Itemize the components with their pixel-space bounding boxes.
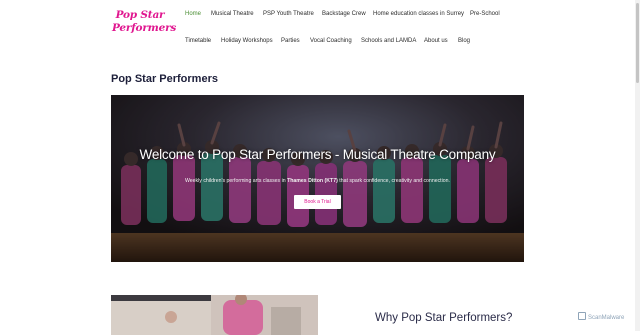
- section-photo: [111, 295, 318, 335]
- hero-subtitle: Weekly children's performing arts classe…: [111, 178, 524, 184]
- nav-about-us[interactable]: About us: [424, 37, 448, 45]
- nav-psp-youth-theatre[interactable]: PSP Youth Theatre: [263, 10, 314, 18]
- nav-timetable[interactable]: Timetable: [185, 37, 211, 45]
- site-logo[interactable]: Pop Star Performers: [112, 9, 177, 43]
- page-title: Pop Star Performers: [111, 73, 218, 85]
- nav-home-education[interactable]: Home education classes in Surrey: [373, 10, 464, 18]
- hero-subtitle-part-1: Weekly children's performing arts classe…: [184, 178, 288, 184]
- nav-home[interactable]: Home: [185, 10, 201, 18]
- scanmalware-badge: ScanMalware: [578, 312, 624, 321]
- nav-parties[interactable]: Parties: [281, 37, 300, 45]
- section-image: [111, 295, 318, 335]
- hero-title: Welcome to Pop Star Performers - Musical…: [139, 147, 496, 162]
- logo-line-1: Pop Star: [115, 9, 165, 21]
- nav-holiday-workshops[interactable]: Holiday Workshops: [221, 37, 273, 45]
- vertical-scrollbar[interactable]: [635, 0, 640, 331]
- hero-banner: Welcome to Pop Star Performers - Musical…: [111, 95, 524, 262]
- why-heading: Why Pop Star Performers?: [375, 312, 513, 324]
- book-a-trial-button[interactable]: Book a Trial: [294, 195, 341, 209]
- hero-subtitle-part-2: that spark confidence, creativity and co…: [337, 178, 450, 184]
- hero-subtitle-location: Thames Ditton (KT7): [287, 178, 338, 184]
- scrollbar-thumb[interactable]: [636, 3, 639, 83]
- logo-line-2: Performers: [112, 22, 177, 34]
- nav-schools-lamda[interactable]: Schools and LAMDA: [361, 37, 416, 45]
- nav-backstage-crew[interactable]: Backstage Crew: [322, 10, 366, 18]
- nav-pre-school[interactable]: Pre-School: [470, 10, 500, 18]
- scanmalware-label: ScanMalware: [588, 315, 625, 321]
- nav-blog[interactable]: Blog: [458, 37, 470, 45]
- shield-icon: [578, 312, 586, 320]
- nav-musical-theatre[interactable]: Musical Theatre: [211, 10, 254, 18]
- nav-vocal-coaching[interactable]: Vocal Coaching: [310, 37, 352, 45]
